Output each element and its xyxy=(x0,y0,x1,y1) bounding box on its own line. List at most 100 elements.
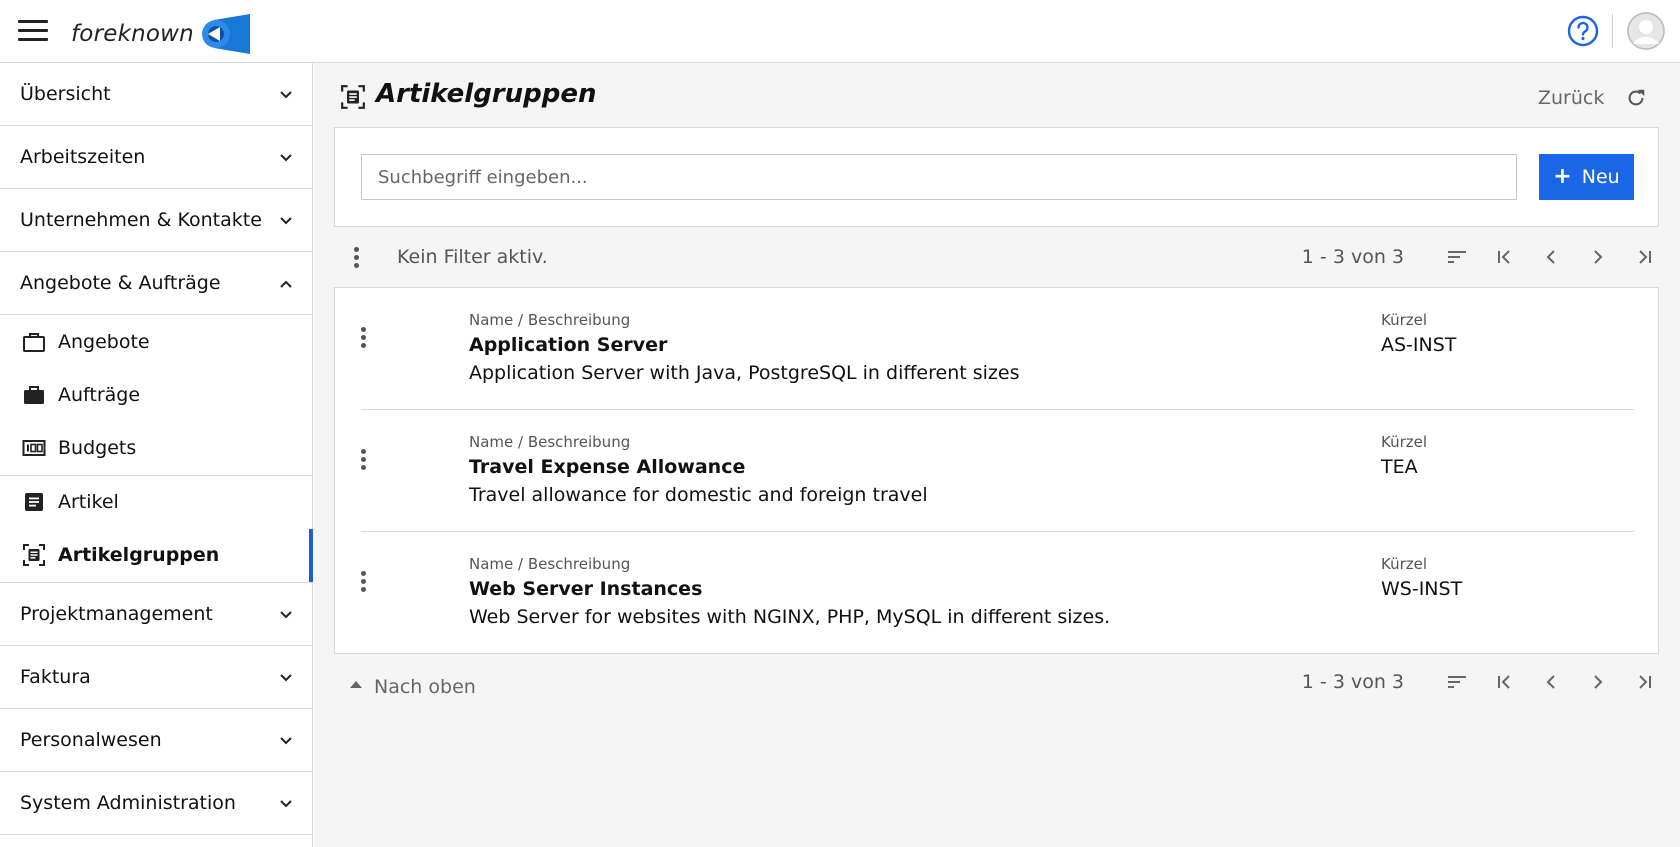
sidebar-group-uebersicht[interactable]: Übersicht xyxy=(0,63,312,126)
filter-menu-icon[interactable] xyxy=(344,245,368,269)
sidebar-item-auftraege[interactable]: Aufträge xyxy=(0,369,312,423)
back-link[interactable]: Zurück xyxy=(1538,87,1604,109)
prev-page-icon[interactable] xyxy=(1537,668,1565,696)
topbar-divider xyxy=(1612,14,1613,48)
row-menu-icon[interactable] xyxy=(351,325,375,349)
chevron-down-icon xyxy=(280,736,292,744)
sidebar-group-label: Faktura xyxy=(20,665,91,688)
list-item[interactable]: Name / Beschreibung Travel Expense Allow… xyxy=(335,410,1660,531)
name-column-label: Name / Beschreibung xyxy=(469,311,631,329)
sidebar-group-faktura[interactable]: Faktura xyxy=(0,646,312,709)
sidebar-group-label: System Administration xyxy=(20,791,236,814)
user-avatar-icon[interactable] xyxy=(1627,12,1665,50)
row-description: Travel allowance for domestic and foreig… xyxy=(469,484,928,506)
logo-mark-icon xyxy=(201,14,250,54)
sidebar-group-label: Unternehmen & Kontakte xyxy=(20,209,262,231)
next-page-icon[interactable] xyxy=(1584,668,1612,696)
page-title: Artikelgruppen xyxy=(376,79,597,109)
briefcase-filled-icon xyxy=(22,383,46,407)
results-list: Name / Beschreibung Application Server A… xyxy=(334,287,1659,654)
sidebar-group-label: Projektmanagement xyxy=(20,602,213,625)
prev-page-icon[interactable] xyxy=(1537,243,1565,271)
logo[interactable]: foreknown xyxy=(71,14,250,54)
result-count: 1 - 3 von 3 xyxy=(1301,246,1404,268)
code-column-label: Kürzel xyxy=(1381,311,1428,329)
row-description: Web Server for websites with NGINX, PHP,… xyxy=(469,606,1111,628)
row-name: Travel Expense Allowance xyxy=(469,456,746,478)
refresh-icon[interactable] xyxy=(1625,87,1647,109)
counter-icon xyxy=(22,436,46,460)
sidebar-group-label: Übersicht xyxy=(20,83,111,105)
article-group-icon xyxy=(341,85,365,109)
sidebar-group-label: Personalwesen xyxy=(20,728,162,751)
sort-icon[interactable] xyxy=(1443,668,1471,696)
hamburger-icon[interactable] xyxy=(18,20,48,42)
logo-text: foreknown xyxy=(71,21,194,47)
name-column-label: Name / Beschreibung xyxy=(469,555,631,573)
last-page-icon[interactable] xyxy=(1631,243,1659,271)
top-bar: foreknown xyxy=(0,0,1680,63)
chevron-up-icon xyxy=(280,280,292,288)
row-code: TEA xyxy=(1381,456,1418,478)
first-page-icon[interactable] xyxy=(1490,668,1518,696)
new-button-label: Neu xyxy=(1581,166,1620,188)
sidebar-group-label: Arbeitszeiten xyxy=(20,146,146,168)
sidebar-item-budgets[interactable]: Budgets xyxy=(0,422,312,476)
article-group-icon xyxy=(22,543,46,567)
filter-status: Kein Filter aktiv. xyxy=(397,246,548,268)
sidebar-group-unternehmen-kontakte[interactable]: Unternehmen & Kontakte xyxy=(0,189,312,252)
chevron-down-icon xyxy=(280,154,292,162)
caret-up-icon xyxy=(350,680,362,688)
help-circle-icon[interactable] xyxy=(1567,15,1599,47)
sidebar-item-label: Artikelgruppen xyxy=(58,544,220,567)
plus-icon: + xyxy=(1553,164,1572,189)
result-count: 1 - 3 von 3 xyxy=(1301,671,1404,693)
chevron-down-icon xyxy=(280,799,292,807)
chevron-down-icon xyxy=(280,610,292,618)
main-content: Artikelgruppen Zurück + Neu Kein Filter … xyxy=(314,63,1680,847)
search-card: + Neu xyxy=(334,127,1659,227)
row-name: Application Server xyxy=(469,334,668,356)
next-page-icon[interactable] xyxy=(1584,243,1612,271)
sidebar-group-arbeitszeiten[interactable]: Arbeitszeiten xyxy=(0,126,312,189)
sidebar-group-projektmanagement[interactable]: Projektmanagement xyxy=(0,583,312,646)
article-icon xyxy=(22,490,46,514)
back-to-top-link[interactable]: Nach oben xyxy=(350,676,476,698)
row-code: AS-INST xyxy=(1381,334,1457,356)
search-input[interactable] xyxy=(361,154,1517,200)
list-item[interactable]: Name / Beschreibung Application Server A… xyxy=(335,288,1660,409)
chevron-down-icon xyxy=(280,91,292,99)
code-column-label: Kürzel xyxy=(1381,555,1428,573)
sidebar-group-angebote-auftraege[interactable]: Angebote & Aufträge xyxy=(0,252,312,315)
sort-icon[interactable] xyxy=(1443,243,1471,271)
new-button[interactable]: + Neu xyxy=(1539,154,1634,200)
name-column-label: Name / Beschreibung xyxy=(469,433,631,451)
sidebar-item-label: Angebote xyxy=(58,330,150,353)
sidebar-item-artikelgruppen[interactable]: Artikelgruppen xyxy=(0,529,313,583)
sidebar-group-personalwesen[interactable]: Personalwesen xyxy=(0,709,312,772)
sidebar-item-label: Artikel xyxy=(58,491,119,514)
filter-bar: Kein Filter aktiv. 1 - 3 von 3 xyxy=(334,227,1659,287)
sidebar-item-angebote[interactable]: Angebote xyxy=(0,315,312,369)
list-item[interactable]: Name / Beschreibung Web Server Instances… xyxy=(335,532,1660,653)
pager-bottom: 1 - 3 von 3 xyxy=(1302,668,1659,696)
pager-top: 1 - 3 von 3 xyxy=(1302,243,1659,271)
back-to-top-label: Nach oben xyxy=(374,676,476,698)
page-header: Artikelgruppen Zurück xyxy=(314,63,1680,127)
last-page-icon[interactable] xyxy=(1631,668,1659,696)
sidebar-item-label: Aufträge xyxy=(58,384,141,407)
chevron-down-icon xyxy=(280,217,292,225)
sidebar-group-system-administration[interactable]: System Administration xyxy=(0,772,312,835)
footer-bar: Nach oben 1 - 3 von 3 xyxy=(334,654,1659,714)
code-column-label: Kürzel xyxy=(1381,433,1428,451)
sidebar-group-label: Angebote & Aufträge xyxy=(20,272,221,294)
sidebar-item-artikel[interactable]: Artikel xyxy=(0,476,312,530)
row-description: Application Server with Java, PostgreSQL… xyxy=(469,362,1020,384)
row-menu-icon[interactable] xyxy=(351,447,375,471)
row-name: Web Server Instances xyxy=(469,578,703,600)
row-menu-icon[interactable] xyxy=(351,569,375,593)
first-page-icon[interactable] xyxy=(1490,243,1518,271)
briefcase-outline-icon xyxy=(22,330,46,354)
row-code: WS-INST xyxy=(1381,578,1463,600)
chevron-down-icon xyxy=(280,673,292,681)
